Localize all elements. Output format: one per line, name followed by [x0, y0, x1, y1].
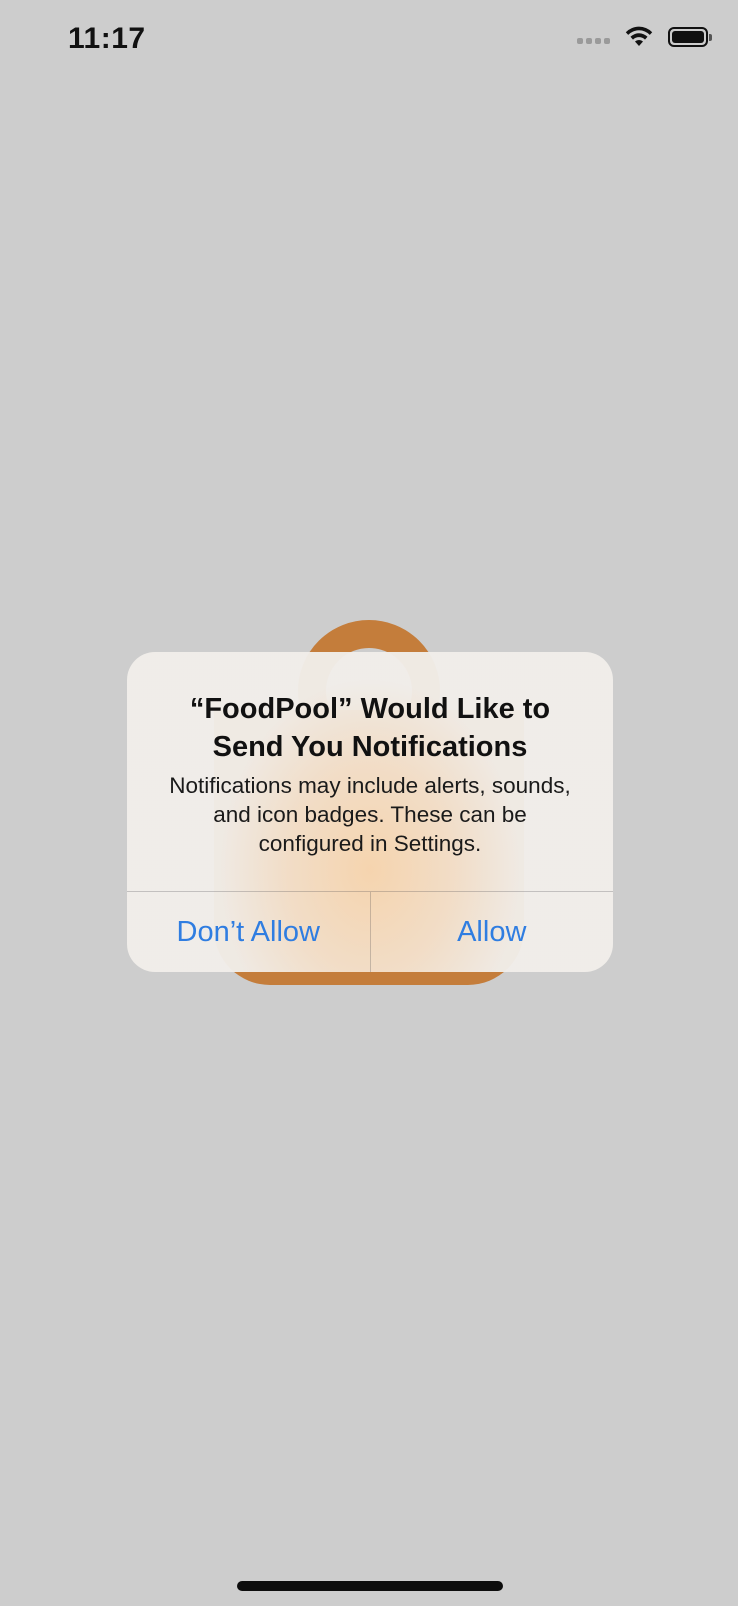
app-screen: 11:17 “FoodPool” Would Like to Send You …	[0, 0, 738, 1606]
alert-message: Notifications may include alerts, sounds…	[169, 773, 571, 856]
dont-allow-button[interactable]: Don’t Allow	[127, 892, 370, 972]
wifi-icon	[625, 26, 653, 46]
battery-icon	[668, 27, 712, 47]
notification-permission-alert: “FoodPool” Would Like to Send You Notifi…	[127, 652, 613, 972]
alert-button-row: Don’t Allow Allow	[127, 891, 613, 972]
home-indicator[interactable]	[237, 1581, 503, 1591]
status-time: 11:17	[68, 22, 146, 55]
alert-title: “FoodPool” Would Like to Send You Notifi…	[189, 693, 551, 763]
allow-button[interactable]: Allow	[371, 892, 614, 972]
alert-content: “FoodPool” Would Like to Send You Notifi…	[127, 652, 613, 892]
cellular-signal-icon	[577, 38, 610, 44]
status-bar: 11:17	[0, 0, 738, 90]
status-icons	[577, 26, 712, 48]
